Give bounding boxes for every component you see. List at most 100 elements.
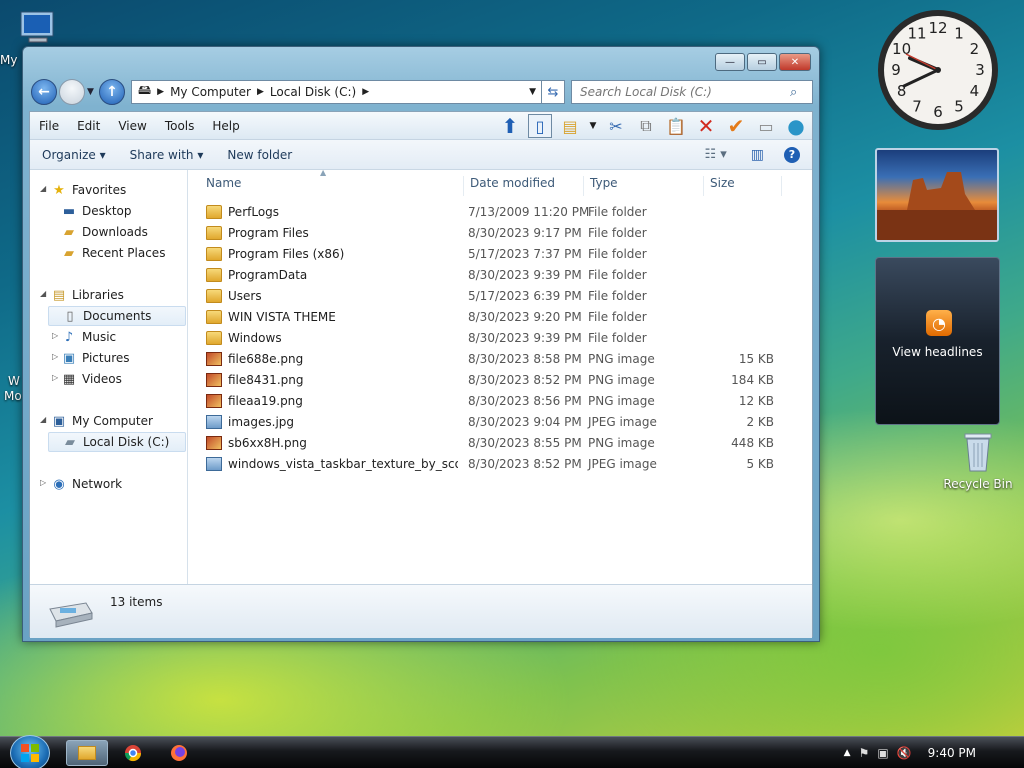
file-size: 5 KB [746,457,774,471]
desktop-icon-recycle-bin[interactable]: Recycle Bin [940,428,1016,491]
nav-libraries[interactable]: ▤ Libraries [50,285,124,305]
show-hidden-icons-icon[interactable]: ▲ [844,748,851,758]
clock-time[interactable]: 9:40 PM [928,746,976,760]
file-row[interactable]: fileaa19.png 8/30/2023 8:56 PM PNG image 12… [204,391,804,412]
menu-help[interactable]: Help [203,119,248,133]
clock-gadget[interactable]: 12 1 2 3 4 5 6 7 8 9 10 11 [876,8,1000,132]
nav-pictures[interactable]: ▣ Pictures [60,348,130,368]
taskbar-chrome[interactable] [112,740,154,766]
menu-view[interactable]: View [109,119,155,133]
clock-number: 2 [970,40,980,58]
drive-icon: ▰ [65,434,75,450]
file-row[interactable]: Users 5/17/2023 6:39 PM File folder [204,286,804,307]
column-header-date[interactable]: Date modified [464,176,584,196]
nav-local-disk[interactable]: ▰ Local Disk (C:) [48,432,186,452]
minimize-button[interactable]: — [715,53,745,71]
nav-network[interactable]: ◉ Network [50,474,122,494]
properties-icon[interactable]: ▭ [754,114,778,138]
nav-favorites[interactable]: ★ Favorites [50,180,126,200]
menu-file[interactable]: File [30,119,68,133]
address-bar[interactable]: 🖴 ▶ My Computer ▶ Local Disk (C:) ▶ ▼ [131,80,561,104]
column-header-type[interactable]: Type [584,176,704,196]
file-row[interactable]: sb6xx8H.png 8/30/2023 8:55 PM PNG image 448… [204,433,804,454]
search-icon[interactable]: ⌕ [790,85,797,100]
breadcrumb-my-computer[interactable]: My Computer [170,85,251,99]
paste-icon[interactable]: 📋 [664,114,688,138]
organize-button[interactable]: Organize ▾ [30,148,118,162]
file-row[interactable]: PerfLogs 7/13/2009 11:20 PM File folder [204,202,804,223]
nav-videos[interactable]: ▦ Videos [60,369,122,389]
expand-videos-icon[interactable]: ▷ [52,373,58,382]
refresh-button[interactable]: ⇆ [541,80,565,104]
file-row[interactable]: file688e.png 8/30/2023 8:58 PM PNG image 15… [204,349,804,370]
back-button[interactable]: ← [31,79,57,105]
nav-downloads[interactable]: ▰ Downloads [60,222,148,242]
file-name: sb6xx8H.png [228,436,307,450]
nav-documents[interactable]: ▯ Documents [48,306,186,326]
file-row[interactable]: windows_vista_taskbar_texture_by_scott_.… [204,454,804,475]
help-icon[interactable]: ? [784,146,800,163]
nav-music[interactable]: ♪ Music [60,327,116,347]
file-row[interactable]: Program Files 8/30/2023 9:17 PM File folde… [204,223,804,244]
file-row[interactable]: file8431.png 8/30/2023 8:52 PM PNG image 18… [204,370,804,391]
file-row[interactable]: images.jpg 8/30/2023 9:04 PM JPEG image 2 K… [204,412,804,433]
file-date: 8/30/2023 9:04 PM [468,415,582,429]
jpeg-file-icon [206,457,222,471]
share-with-button[interactable]: Share with ▾ [118,148,216,162]
folder-icon [78,746,96,760]
internet-icon[interactable]: ● [784,114,808,138]
close-button[interactable]: ✕ [779,53,811,71]
delete-icon[interactable]: ✕ [694,114,718,138]
clock-number: 9 [891,61,901,79]
item-count: 13 items [110,595,163,609]
expand-network-icon[interactable]: ▷ [40,478,46,487]
file-row[interactable]: ProgramData 8/30/2023 9:39 PM File folder [204,265,804,286]
column-header-size[interactable]: Size [704,176,782,196]
arrow-left-icon: ← [38,84,50,100]
views-icon[interactable]: ▤ [558,114,582,138]
search-input[interactable] [580,85,790,99]
expand-pictures-icon[interactable]: ▷ [52,352,58,361]
menu-edit[interactable]: Edit [68,119,109,133]
nav-desktop[interactable]: ▬ Desktop [60,201,132,221]
action-center-icon[interactable]: ⚑ [859,746,870,760]
column-header-name[interactable]: Name [200,176,464,196]
volume-muted-icon[interactable]: 🔇 [897,746,912,760]
slideshow-gadget[interactable] [875,148,999,242]
details-pane: 13 items [30,584,812,638]
nav-my-computer[interactable]: ▣ My Computer [50,411,153,431]
cut-icon[interactable]: ✂ [604,114,628,138]
file-name: Program Files [228,226,309,240]
file-row[interactable]: Program Files (x86) 5/17/2023 7:37 PM File… [204,244,804,265]
collapse-libraries-icon[interactable]: ◢ [40,289,46,298]
explorer-window[interactable]: — ▭ ✕ ← ▼ ↑ 🖴 ▶ My Computer ▶ Local Disk… [22,46,820,642]
file-type: File folder [588,226,647,240]
forward-button[interactable] [59,79,85,105]
address-dropdown-icon[interactable]: ▼ [529,87,536,97]
collapse-my-computer-icon[interactable]: ◢ [40,415,46,424]
recent-pages-dropdown[interactable]: ▼ [87,87,94,97]
up-folder-icon[interactable]: ⬆ [498,114,522,138]
preview-pane-icon[interactable]: ▥ [751,147,764,163]
menu-tools[interactable]: Tools [156,119,204,133]
expand-music-icon[interactable]: ▷ [52,331,58,340]
taskbar-explorer[interactable] [66,740,108,766]
collapse-favorites-icon[interactable]: ◢ [40,184,46,193]
folder-pane-icon[interactable]: ▯ [528,114,552,138]
feed-headlines-gadget[interactable]: ◔ View headlines [875,257,1000,425]
copy-icon[interactable]: ⧉ [634,114,658,138]
file-size: 184 KB [731,373,774,387]
up-button[interactable]: ↑ [99,79,125,105]
network-tray-icon[interactable]: ▣ [877,746,888,760]
new-folder-button[interactable]: New folder [215,148,304,162]
nav-recent-places[interactable]: ▰ Recent Places [60,243,165,263]
maximize-button[interactable]: ▭ [747,53,777,71]
taskbar-firefox[interactable] [158,740,200,766]
breadcrumb-local-disk[interactable]: Local Disk (C:) [270,85,356,99]
start-button[interactable] [10,735,50,768]
checkmark-icon[interactable]: ✔ [724,114,748,138]
file-row[interactable]: WIN VISTA THEME 8/30/2023 9:20 PM File fol… [204,307,804,328]
views-dropdown-icon[interactable]: ▼ [588,114,598,138]
change-view-icon[interactable]: ☷ ▾ [704,147,726,162]
file-row[interactable]: Windows 8/30/2023 9:39 PM File folder [204,328,804,349]
